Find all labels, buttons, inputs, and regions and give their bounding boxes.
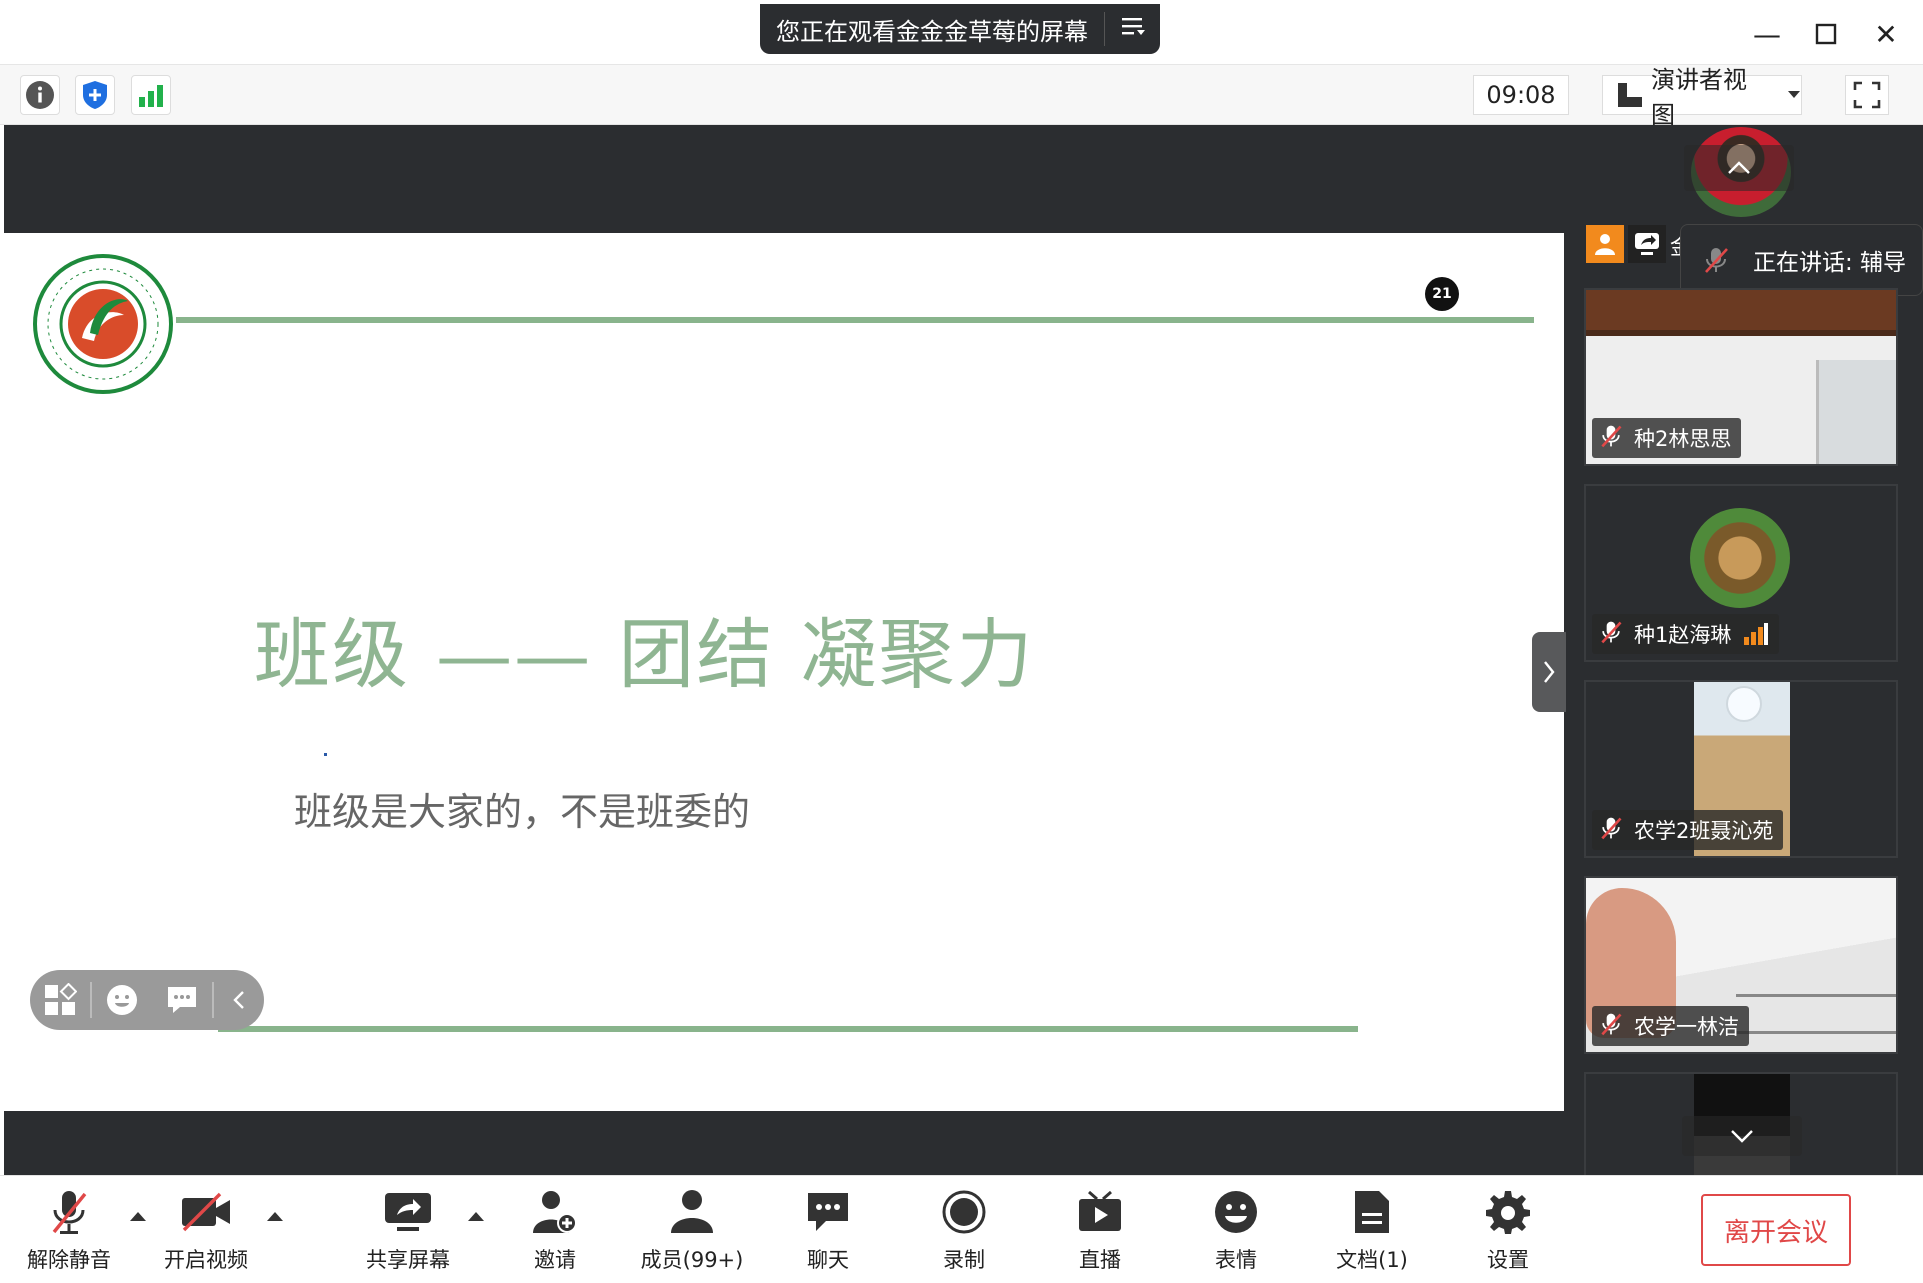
collapse-sidebar-button[interactable] [1532,632,1566,712]
start-video-label: 开启视频 [164,1248,248,1272]
record-icon [936,1186,992,1238]
documents-button[interactable]: 文档(1) [1317,1186,1427,1276]
video-off-icon [178,1186,234,1238]
comment-icon[interactable] [152,970,212,1030]
emoji-icon[interactable] [92,970,152,1030]
record-label: 录制 [943,1248,985,1272]
share-screen-button[interactable]: 共享屏幕 [353,1186,463,1276]
chevron-down-icon [1787,90,1801,100]
layout-icon [1617,82,1643,108]
close-button[interactable]: ✕ [1866,14,1906,54]
muted-mic-icon [1598,423,1624,454]
video-options-caret-icon[interactable] [263,1206,287,1226]
live-broadcast-icon [1072,1186,1128,1238]
video-tile[interactable]: 种1赵海琳 [1584,484,1898,662]
participant-name: 种2林思思 [1634,427,1732,451]
share-screen-label: 共享屏幕 [366,1248,450,1272]
muted-mic-icon [41,1186,97,1238]
participant-label: 农学2班聂沁苑 [1592,810,1784,850]
page-number-badge: 21 [1425,277,1459,311]
video-feed [1736,994,1896,1034]
scroll-up-icon[interactable] [1684,145,1794,191]
share-banner-text: 您正在观看金金金草莓的屏幕 [776,17,1088,46]
participant-name: 农学2班聂沁苑 [1634,819,1774,843]
security-shield-icon[interactable] [75,75,115,115]
share-banner: 您正在观看金金金草莓的屏幕 [760,4,1160,54]
slide-top-rule [176,317,1534,323]
university-logo [32,253,174,395]
view-selector[interactable]: 演讲者视图 [1602,66,1802,129]
meeting-control-bar: 解除静音 开启视频 共享屏幕 邀请 成员(99+) 聊天 录制 直播 表情 文档… [0,1175,1923,1283]
unmute-button[interactable]: 解除静音 [14,1186,124,1276]
muted-mic-icon [1598,815,1624,846]
reactions-label: 表情 [1215,1248,1257,1272]
leave-meeting-button[interactable]: 离开会议 [1701,1194,1851,1266]
chat-button[interactable]: 聊天 [773,1186,883,1276]
members-label: 成员(99+) [640,1248,744,1272]
slide-subtitle: 班级是大家的，不是班委的 [294,790,751,834]
menu-icon[interactable] [1105,14,1160,44]
settings-label: 设置 [1487,1248,1529,1272]
video-feed [1586,330,1896,336]
participant-name: 种1赵海琳 [1634,623,1732,647]
video-tile[interactable]: 种2林思思 [1584,288,1898,466]
muted-mic-icon [1701,245,1731,275]
host-role-icon [1586,225,1624,263]
participant-label: 种1赵海琳 [1592,614,1780,654]
speaking-indicator: 正在讲话: 辅导 [1680,224,1923,296]
view-selector-label: 演讲者视图 [1651,66,1747,129]
chevron-left-icon[interactable] [214,970,264,1030]
settings-button[interactable]: 设置 [1453,1186,1563,1276]
live-button[interactable]: 直播 [1045,1186,1155,1276]
emoji-icon [1208,1186,1264,1238]
meeting-timer: 09:08 [1473,75,1569,115]
start-video-button[interactable]: 开启视频 [151,1186,261,1276]
muted-mic-icon [1598,619,1624,650]
slide-title: 班级 —— 团结 凝聚力 [254,610,1035,699]
share-options-caret-icon[interactable] [464,1206,488,1226]
maximize-button[interactable] [1806,14,1846,54]
sharing-screen-icon [1628,225,1666,263]
document-icon [1344,1186,1400,1238]
avatar [1690,508,1790,608]
unmute-label: 解除静音 [27,1248,111,1272]
gear-icon [1480,1186,1536,1238]
record-button[interactable]: 录制 [909,1186,1019,1276]
annotation-floating-bar [30,970,264,1030]
reactions-button[interactable]: 表情 [1181,1186,1291,1276]
add-user-icon [527,1186,583,1238]
minimize-button[interactable]: — [1747,14,1787,54]
slide-bottom-rule [218,1026,1358,1032]
audio-options-caret-icon[interactable] [126,1206,150,1226]
video-tile[interactable]: 农学2班聂沁苑 [1584,680,1898,858]
speaking-label: 正在讲话: 辅导 [1753,250,1907,276]
members-icon [664,1186,720,1238]
presentation-slide: 21 班级 —— 团结 凝聚力 班级是大家的，不是班委的 [4,233,1564,1111]
video-feed [1726,686,1762,722]
video-feed [1816,360,1896,464]
apps-icon[interactable] [30,970,90,1030]
fullscreen-icon[interactable] [1845,75,1889,115]
chat-label: 聊天 [807,1248,849,1272]
documents-label: 文档(1) [1336,1248,1408,1272]
members-button[interactable]: 成员(99+) [637,1186,747,1276]
participant-label: 种2林思思 [1592,418,1742,458]
chat-icon [800,1186,856,1238]
meeting-toolbar: 09:08 演讲者视图 [0,65,1923,129]
info-icon[interactable] [20,75,60,115]
signal-strength-icon[interactable] [131,75,171,115]
cursor-dot [324,753,327,756]
invite-button[interactable]: 邀请 [500,1186,610,1276]
participant-name: 农学一林洁 [1634,1015,1739,1039]
live-label: 直播 [1079,1248,1121,1272]
scroll-down-icon[interactable] [1682,1116,1802,1156]
participant-label: 农学一林洁 [1592,1006,1749,1046]
signal-strength-icon [1743,623,1769,645]
video-tile[interactable]: 农学一林洁 [1584,876,1898,1054]
share-screen-icon [380,1186,436,1238]
title-bar: 您正在观看金金金草莓的屏幕 — ✕ [0,0,1923,65]
invite-label: 邀请 [534,1248,576,1272]
muted-mic-icon [1598,1011,1624,1042]
video-tile[interactable] [1584,1072,1898,1175]
